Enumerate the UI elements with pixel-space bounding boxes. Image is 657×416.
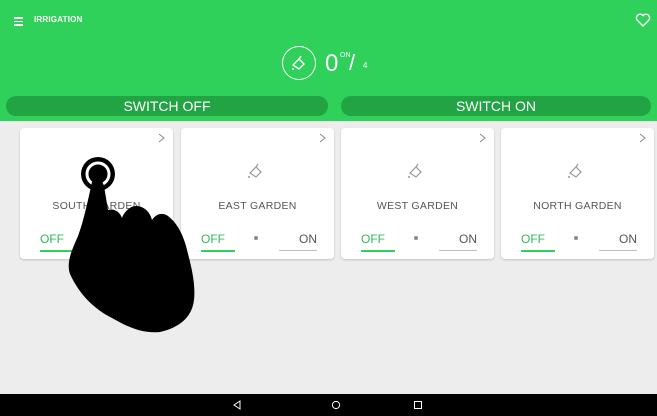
on-count: 0 bbox=[325, 50, 339, 77]
zone-name: SOUTH GARDEN bbox=[52, 200, 141, 212]
app-title: IRRIGATION bbox=[34, 15, 83, 24]
app-bar: IRRIGATION 0 ON / 4 SWITCH OFF SWITCH ON bbox=[0, 0, 657, 121]
switch-on-button[interactable]: SWITCH ON bbox=[341, 96, 651, 116]
zone-name: NORTH GARDEN bbox=[533, 200, 622, 212]
on-toggle[interactable]: ON bbox=[279, 232, 317, 251]
home-icon[interactable] bbox=[331, 400, 341, 410]
off-toggle[interactable]: OFF bbox=[40, 232, 74, 252]
zone-toggle: OFF ON bbox=[20, 230, 173, 254]
recent-apps-icon[interactable] bbox=[413, 400, 423, 410]
zone-toggle: OFF ON bbox=[181, 230, 334, 254]
irrigation-can-icon bbox=[87, 163, 101, 178]
toggle-separator-dot bbox=[254, 236, 258, 240]
zone-toggle: OFF ON bbox=[501, 230, 654, 254]
zone-name: EAST GARDEN bbox=[218, 200, 297, 212]
off-toggle[interactable]: OFF bbox=[521, 232, 555, 252]
toggle-separator-dot bbox=[93, 236, 97, 240]
off-toggle[interactable]: OFF bbox=[201, 232, 235, 252]
switch-off-button[interactable]: SWITCH OFF bbox=[6, 96, 328, 116]
on-toggle[interactable]: ON bbox=[439, 232, 477, 251]
off-toggle[interactable]: OFF bbox=[361, 232, 395, 252]
chevron-right-icon[interactable] bbox=[479, 133, 486, 143]
zone-card-south-garden[interactable]: SOUTH GARDEN OFF ON bbox=[20, 128, 173, 259]
irrigation-can-icon bbox=[568, 163, 582, 178]
on-toggle[interactable]: ON bbox=[118, 232, 156, 251]
chevron-right-icon[interactable] bbox=[319, 133, 326, 143]
status-slash: / bbox=[349, 50, 356, 75]
chevron-right-icon[interactable] bbox=[158, 133, 165, 143]
menu-icon[interactable] bbox=[14, 17, 23, 26]
system-nav-bar bbox=[0, 394, 657, 416]
zone-name: WEST GARDEN bbox=[376, 200, 459, 212]
irrigation-can-icon bbox=[408, 163, 422, 178]
zone-card-east-garden[interactable]: EAST GARDEN OFF ON bbox=[181, 128, 334, 259]
zone-toggle: OFF ON bbox=[341, 230, 494, 254]
chevron-right-icon[interactable] bbox=[639, 133, 646, 143]
toggle-separator-dot bbox=[574, 236, 578, 240]
irrigation-can-icon bbox=[248, 163, 262, 178]
on-toggle[interactable]: ON bbox=[599, 232, 637, 251]
zone-card-north-garden[interactable]: NORTH GARDEN OFF ON bbox=[501, 128, 654, 259]
irrigation-can-icon bbox=[282, 46, 316, 80]
heart-outline-icon[interactable] bbox=[635, 12, 651, 28]
total-count: 4 bbox=[363, 61, 368, 70]
back-icon[interactable] bbox=[232, 400, 242, 410]
zone-card-west-garden[interactable]: WEST GARDEN OFF ON bbox=[341, 128, 494, 259]
toggle-separator-dot bbox=[414, 236, 418, 240]
